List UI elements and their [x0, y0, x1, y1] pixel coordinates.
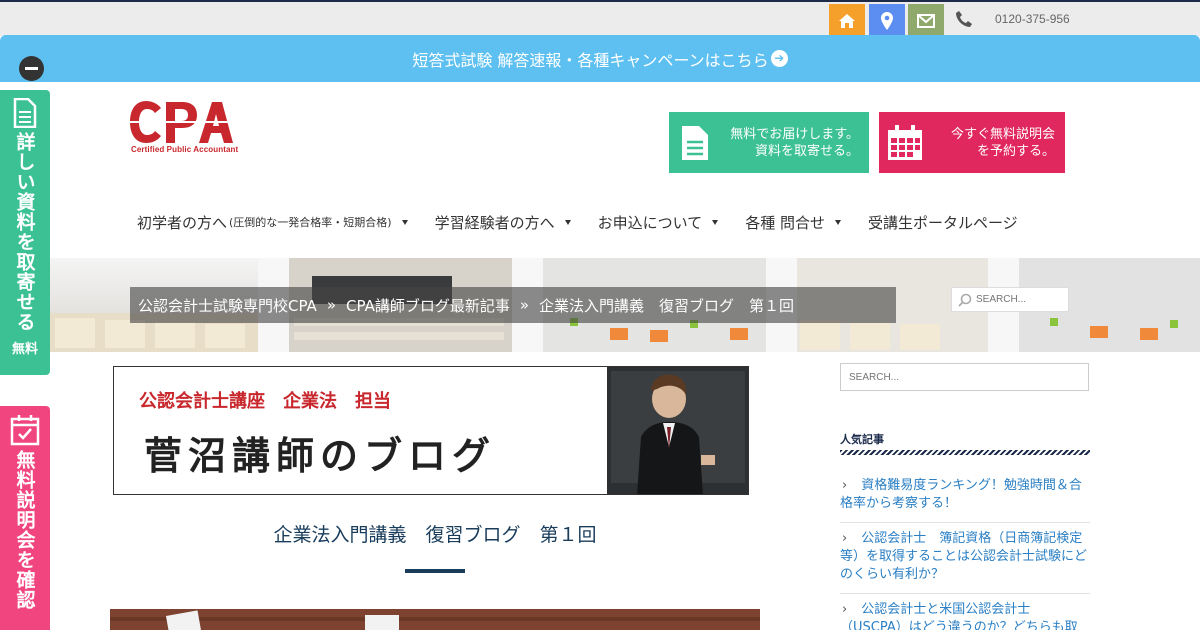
- caret-down-icon: [834, 219, 841, 225]
- main-navigation: 初学者の方へ (圧倒的な一発合格率・短期合格) 学習経験者の方へ お申込について…: [137, 210, 1045, 234]
- home-button[interactable]: [829, 4, 865, 37]
- campaign-banner-text: 短答式試験 解答速報・各種キャンペーンはこちら: [412, 50, 769, 70]
- list-item[interactable]: › 資格難易度ランキング！勉強時間＆合格率から考察する！: [840, 470, 1090, 523]
- popular-articles-heading: 人気記事: [840, 433, 884, 446]
- heading-divider: [840, 450, 1090, 455]
- nav-item-note: (圧倒的な一発合格率・短期合格): [229, 216, 392, 229]
- minus-icon: [25, 67, 38, 70]
- cta-seminar-line1: 今すぐ無料説明会: [950, 126, 1055, 142]
- side-tab-seminar-label: 無料説明会を確認: [13, 450, 36, 610]
- hero-search-box[interactable]: [951, 287, 1069, 312]
- breadcrumb: 公認会計士試験専門校CPA » CPA講師ブログ最新記事 » 企業法入門講義 復…: [130, 287, 896, 323]
- instructor-photo: [607, 367, 748, 494]
- access-map-button[interactable]: [869, 4, 905, 37]
- search-icon: [958, 293, 972, 307]
- map-pin-icon: [881, 11, 893, 30]
- caret-down-icon: [401, 219, 408, 225]
- list-item[interactable]: › 公認会計士と米国公認会計士（USCPA）はどう違うのか？どちらも取: [840, 594, 1090, 630]
- side-tab-materials-label: 詳しい資料を取寄せる: [13, 132, 36, 332]
- sidebar-search-box[interactable]: [840, 363, 1089, 391]
- cta-documents-line2: 資料を取寄せる。: [754, 143, 859, 159]
- home-icon: [839, 13, 855, 28]
- cta-seminar-line2: を予約する。: [976, 143, 1055, 159]
- nav-item-label: 受講生ポータルページ: [867, 213, 1018, 232]
- article-link[interactable]: 資格難易度ランキング！勉強時間＆合格率から考察する！: [840, 478, 1082, 511]
- phone-icon: [955, 10, 973, 32]
- breadcrumb-separator: »: [519, 296, 530, 314]
- request-materials-button[interactable]: 無料でお届けします。 資料を取寄せる。: [669, 112, 869, 173]
- calendar-check-icon: [10, 415, 40, 446]
- nav-item-inquiries[interactable]: 各種 問合せ: [745, 212, 841, 233]
- book-seminar-button[interactable]: 今すぐ無料説明会 を予約する。: [879, 112, 1065, 173]
- caret-down-icon: [564, 219, 571, 225]
- chevron-right-icon: ›: [842, 602, 848, 617]
- popular-articles-list: › 資格難易度ランキング！勉強時間＆合格率から考察する！ › 公認会計士 簿記資格（…: [840, 470, 1090, 630]
- breadcrumb-separator: »: [326, 296, 337, 314]
- list-item[interactable]: › 公認会計士 簿記資格（日商簿記検定等）を取得することは公認会計士試験にどのくら…: [840, 523, 1090, 594]
- side-tab-request-materials[interactable]: 詳しい資料を取寄せる 無料: [0, 90, 50, 375]
- breadcrumb-blog[interactable]: CPA講師ブログ最新記事: [346, 295, 510, 316]
- blog-header-role: 公認会計士講座 企業法 担当: [139, 391, 391, 412]
- title-underline: [405, 569, 465, 573]
- cpa-logo[interactable]: [129, 100, 233, 150]
- campaign-banner[interactable]: 短答式試験 解答速報・各種キャンペーンはこちら ➔: [0, 35, 1200, 82]
- blog-header-title: 菅沼講師のブログ: [144, 433, 497, 478]
- phone-number[interactable]: 0120-375-956: [995, 12, 1070, 26]
- nav-item-student-portal[interactable]: 受講生ポータルページ: [868, 212, 1018, 233]
- nav-item-application[interactable]: お申込について: [598, 212, 719, 233]
- calendar-icon: [888, 124, 922, 160]
- nav-item-label: 各種 問合せ: [745, 213, 825, 232]
- side-tab-seminar[interactable]: 無料説明会を確認: [0, 406, 50, 630]
- article-link[interactable]: 公認会計士 簿記資格（日商簿記検定等）を取得することは公認会計士試験にどのくらい…: [840, 531, 1087, 582]
- contact-mail-button[interactable]: [908, 4, 944, 37]
- nav-item-label: 学習経験者の方へ: [434, 213, 555, 232]
- article-link[interactable]: 公認会計士と米国公認会計士（USCPA）はどう違うのか？どちらも取: [840, 602, 1078, 630]
- arrow-right-circle-icon: ➔: [770, 50, 788, 67]
- collapse-banner-button[interactable]: [19, 56, 44, 81]
- chevron-right-icon: ›: [842, 531, 848, 546]
- hero-search-input[interactable]: [976, 294, 1056, 305]
- breadcrumb-current: 企業法入門講義 復習ブログ 第１回: [539, 296, 795, 315]
- breadcrumb-home[interactable]: 公認会計士試験専門校CPA: [138, 295, 317, 316]
- logo-subtitle: Certified Public Accountant: [131, 145, 239, 154]
- nav-item-experienced[interactable]: 学習経験者の方へ: [435, 212, 571, 233]
- nav-item-label: 初学者の方へ: [137, 213, 228, 232]
- document-icon: [682, 125, 708, 160]
- blog-header-image: 公認会計士講座 企業法 担当 菅沼講師のブログ: [113, 366, 749, 495]
- side-tab-materials-sub: 無料: [11, 342, 38, 357]
- nav-item-label: お申込について: [597, 213, 703, 232]
- post-title: 企業法入門講義 復習ブログ 第１回: [273, 524, 597, 546]
- caret-down-icon: [712, 219, 719, 225]
- chevron-right-icon: ›: [842, 478, 848, 493]
- top-utility-bar: 0120-375-956: [0, 0, 1200, 37]
- cta-documents-line1: 無料でお届けします。: [730, 126, 859, 142]
- document-icon: [13, 98, 37, 128]
- nav-item-beginners[interactable]: 初学者の方へ (圧倒的な一発合格率・短期合格): [137, 212, 408, 233]
- sidebar-search-input[interactable]: [849, 371, 1079, 383]
- mail-icon: [917, 13, 935, 28]
- post-featured-image: [110, 609, 760, 630]
